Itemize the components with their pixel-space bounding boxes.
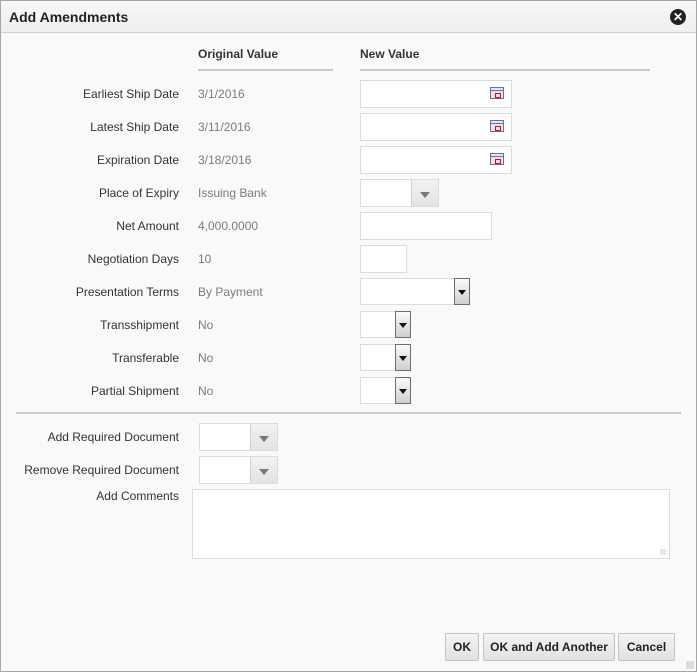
original-value-header: Original Value [198, 47, 279, 61]
transshipment-select[interactable] [360, 311, 411, 338]
add-required-document-label: Add Required Document [47, 430, 179, 444]
add-comments-label: Add Comments [96, 489, 179, 503]
negotiation-days-original: 10 [198, 252, 212, 266]
new-value-header: New Value [360, 47, 420, 61]
expiration-date-original: 3/18/2016 [198, 153, 252, 167]
transshipment-original: No [198, 318, 214, 332]
dialog-resize-grip-icon[interactable] [686, 661, 694, 669]
section-divider [16, 412, 681, 414]
add-comments-textarea[interactable] [192, 489, 670, 559]
ok-and-add-another-button[interactable]: OK and Add Another [483, 633, 615, 661]
new-value-underline [360, 69, 650, 71]
original-value-underline [198, 69, 333, 71]
expiration-date-input[interactable] [360, 146, 512, 174]
partial-shipment-select[interactable] [360, 377, 411, 404]
dialog-titlebar: Add Amendments ✕ [1, 1, 696, 33]
resize-grip-icon[interactable] [660, 549, 666, 555]
net-amount-input[interactable] [360, 212, 492, 240]
negotiation-days-input[interactable] [360, 245, 407, 273]
chevron-down-icon[interactable] [250, 457, 277, 483]
latest-ship-date-label: Latest Ship Date [90, 120, 179, 134]
transferable-label: Transferable [112, 351, 179, 365]
earliest-ship-date-input[interactable] [360, 80, 512, 108]
presentation-terms-select[interactable] [360, 278, 470, 305]
transshipment-label: Transshipment [100, 318, 179, 332]
earliest-ship-date-original: 3/1/2016 [198, 87, 245, 101]
latest-ship-date-input[interactable] [360, 113, 512, 141]
ok-button[interactable]: OK [445, 633, 479, 661]
add-amendments-dialog: Add Amendments ✕ Original Value New Valu… [0, 0, 697, 672]
presentation-terms-original: By Payment [198, 285, 263, 299]
chevron-down-icon[interactable] [411, 180, 438, 206]
place-of-expiry-combobox[interactable] [360, 179, 439, 207]
chevron-down-icon[interactable] [454, 278, 470, 305]
expiration-date-label: Expiration Date [96, 153, 179, 167]
earliest-ship-date-label: Earliest Ship Date [82, 87, 179, 101]
close-icon[interactable]: ✕ [670, 9, 686, 25]
place-of-expiry-label: Place of Expiry [98, 186, 179, 200]
transferable-original: No [198, 351, 214, 365]
remove-required-document-label: Remove Required Document [24, 463, 179, 477]
calendar-icon[interactable] [490, 120, 504, 132]
net-amount-original: 4,000.0000 [198, 219, 259, 233]
transferable-select[interactable] [360, 344, 411, 371]
add-required-document-combobox[interactable] [199, 423, 278, 451]
cancel-button[interactable]: Cancel [618, 633, 675, 661]
calendar-icon[interactable] [490, 153, 504, 165]
chevron-down-icon[interactable] [395, 344, 411, 371]
presentation-terms-label: Presentation Terms [75, 285, 179, 299]
net-amount-label: Net Amount [116, 219, 179, 233]
dialog-title: Add Amendments [9, 9, 129, 25]
chevron-down-icon[interactable] [395, 311, 411, 338]
partial-shipment-label: Partial Shipment [90, 384, 179, 398]
place-of-expiry-original: Issuing Bank [198, 186, 267, 200]
latest-ship-date-original: 3/11/2016 [198, 120, 251, 134]
chevron-down-icon[interactable] [395, 377, 411, 404]
calendar-icon[interactable] [490, 87, 504, 99]
chevron-down-icon[interactable] [250, 424, 277, 450]
remove-required-document-combobox[interactable] [199, 456, 278, 484]
negotiation-days-label: Negotiation Days [87, 252, 179, 266]
partial-shipment-original: No [198, 384, 214, 398]
